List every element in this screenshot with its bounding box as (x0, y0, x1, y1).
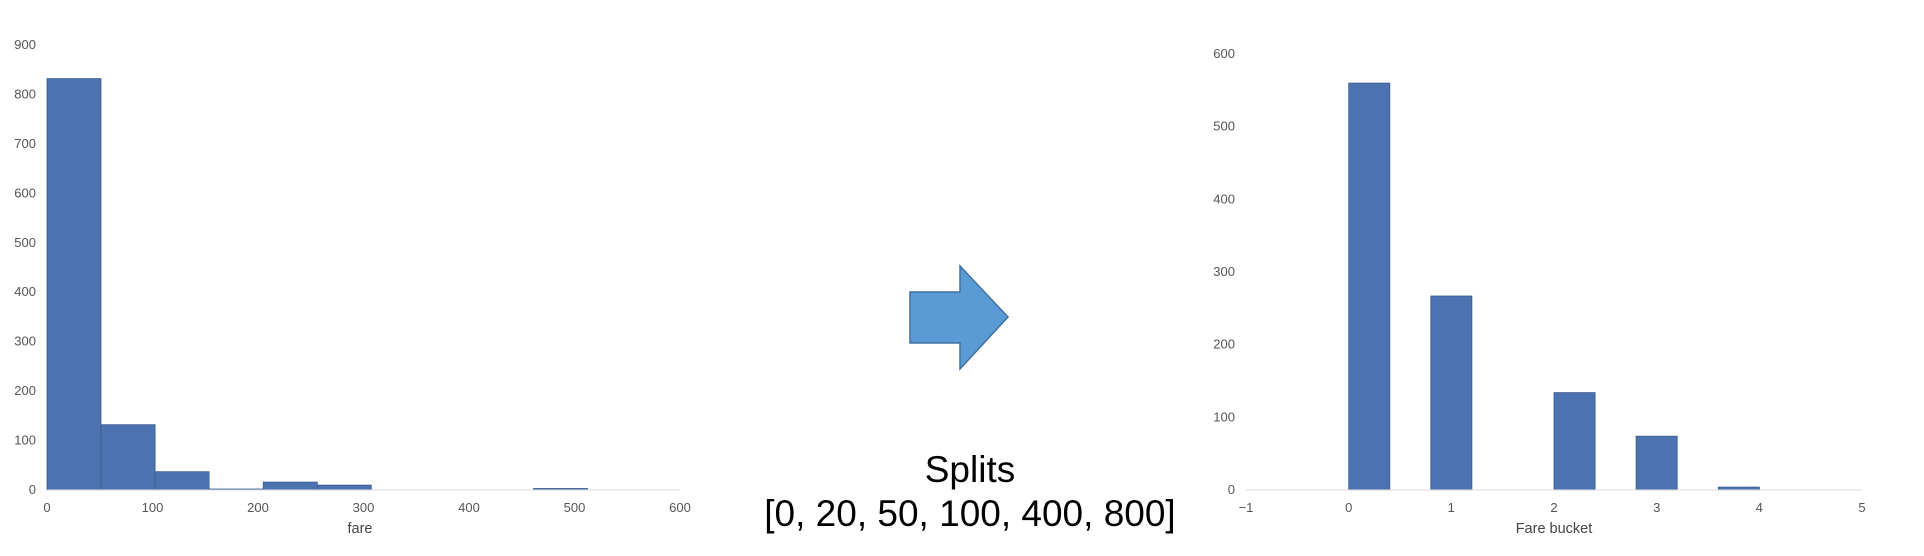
fare-bucket-histogram-y-tick-label: 100 (1213, 409, 1235, 424)
fare-histogram-y-tick-label: 500 (14, 235, 36, 250)
fare-bucket-histogram-y-tick-label: 300 (1213, 264, 1235, 279)
figure-canvas: 0 100 200 300 400 500 600 01002003004005006007… (14, 37, 1865, 537)
fare-bucket-histogram-y-ticks: 0 100 200 300 400 500 600 (1213, 46, 1235, 497)
fare-bucket-histogram-x-tick-label: −1 (1239, 500, 1254, 515)
fare-bucket-histogram-bar-0 (1348, 82, 1391, 491)
fare-histogram-x-tick-label: 200 (247, 500, 269, 515)
fare-bucket-histogram-bar-6 (1635, 435, 1678, 491)
fare-bucket-histogram-y-tick-label: 400 (1213, 191, 1235, 206)
fare-bucket-histogram-bar-4 (1553, 392, 1596, 491)
fare-histogram-y-ticks: 0 100 200 300 400 500 600 700 800 900 (14, 37, 36, 497)
fare-histogram-x-tick-label: 100 (142, 500, 164, 515)
fare-bucket-histogram-x-tick-label: 4 (1756, 500, 1763, 515)
fare-histogram-bar-0 (46, 78, 102, 491)
fare-histogram-y-tick-label: 800 (14, 86, 36, 101)
fare-bucket-histogram-y-tick-label: 600 (1213, 46, 1235, 61)
fare-histogram-x-tick-label: 600 (669, 500, 691, 515)
fare-bucket-histogram-bar-1 (1430, 295, 1473, 491)
fare-histogram-y-tick-label: 0 (29, 482, 36, 497)
fare-histogram-y-tick-label: 600 (14, 185, 36, 200)
fare-histogram-y-tick-label: 400 (14, 284, 36, 299)
splits-caption-title: Splits (925, 449, 1015, 490)
fare-bucket-histogram-x-ticks: −1 0 1 2 3 4 5 (1239, 500, 1866, 515)
fare-histogram-x-tick-label: 400 (458, 500, 480, 515)
fare-histogram-bar-2 (154, 471, 210, 491)
fare-histogram: 0 100 200 300 400 500 600 0 100 200 300 400 500 600 7… (14, 37, 691, 537)
fare-histogram-y-tick-label: 900 (14, 37, 36, 52)
splits-caption-values: [0, 20, 50, 100, 400, 800] (764, 493, 1175, 534)
fare-bucket-histogram-x-tick-label: 3 (1653, 500, 1660, 515)
fare-histogram-y-tick-label: 200 (14, 383, 36, 398)
fare-bucket-histogram-x-tick-label: 2 (1550, 500, 1557, 515)
fare-histogram-y-tick-label: 100 (14, 433, 36, 448)
right-arrow-icon (909, 264, 1010, 371)
fare-bucket-histogram-y-tick-label: 0 (1228, 482, 1235, 497)
fare-histogram-x-tick-label: 300 (353, 500, 375, 515)
fare-bucket-histogram-y-tick-label: 500 (1213, 119, 1235, 134)
fare-histogram-x-tick-label: 500 (564, 500, 586, 515)
fare-histogram-y-tick-label: 300 (14, 334, 36, 349)
fare-histogram-bar-1 (100, 424, 156, 491)
fare-bucket-histogram-x-tick-label: 5 (1858, 500, 1865, 515)
fare-bucket-histogram-x-tick-label: 1 (1448, 500, 1455, 515)
fare-histogram-bar-5 (316, 484, 372, 491)
fare-histogram-x-tick-label: 0 (43, 500, 50, 515)
fare-histogram-x-axis-label: fare (348, 521, 373, 537)
fare-bucket-histogram-x-axis-label: Fare bucket (1516, 521, 1593, 537)
fare-bucket-histogram-x-tick-label: 0 (1345, 500, 1352, 515)
fare-bucket-histogram: −1 0 1 2 3 4 5 0 100 200 300 400 500 600 Fare bucket (1213, 46, 1865, 537)
fare-bucket-histogram-y-tick-label: 200 (1213, 337, 1235, 352)
fare-histogram-y-tick-label: 700 (14, 136, 36, 151)
fare-histogram-bar-4 (262, 481, 318, 491)
fare-histogram-bars (46, 78, 588, 491)
fare-bucket-histogram-bars (1348, 82, 1760, 491)
fare-histogram-x-ticks: 0 100 200 300 400 500 600 (43, 500, 690, 515)
